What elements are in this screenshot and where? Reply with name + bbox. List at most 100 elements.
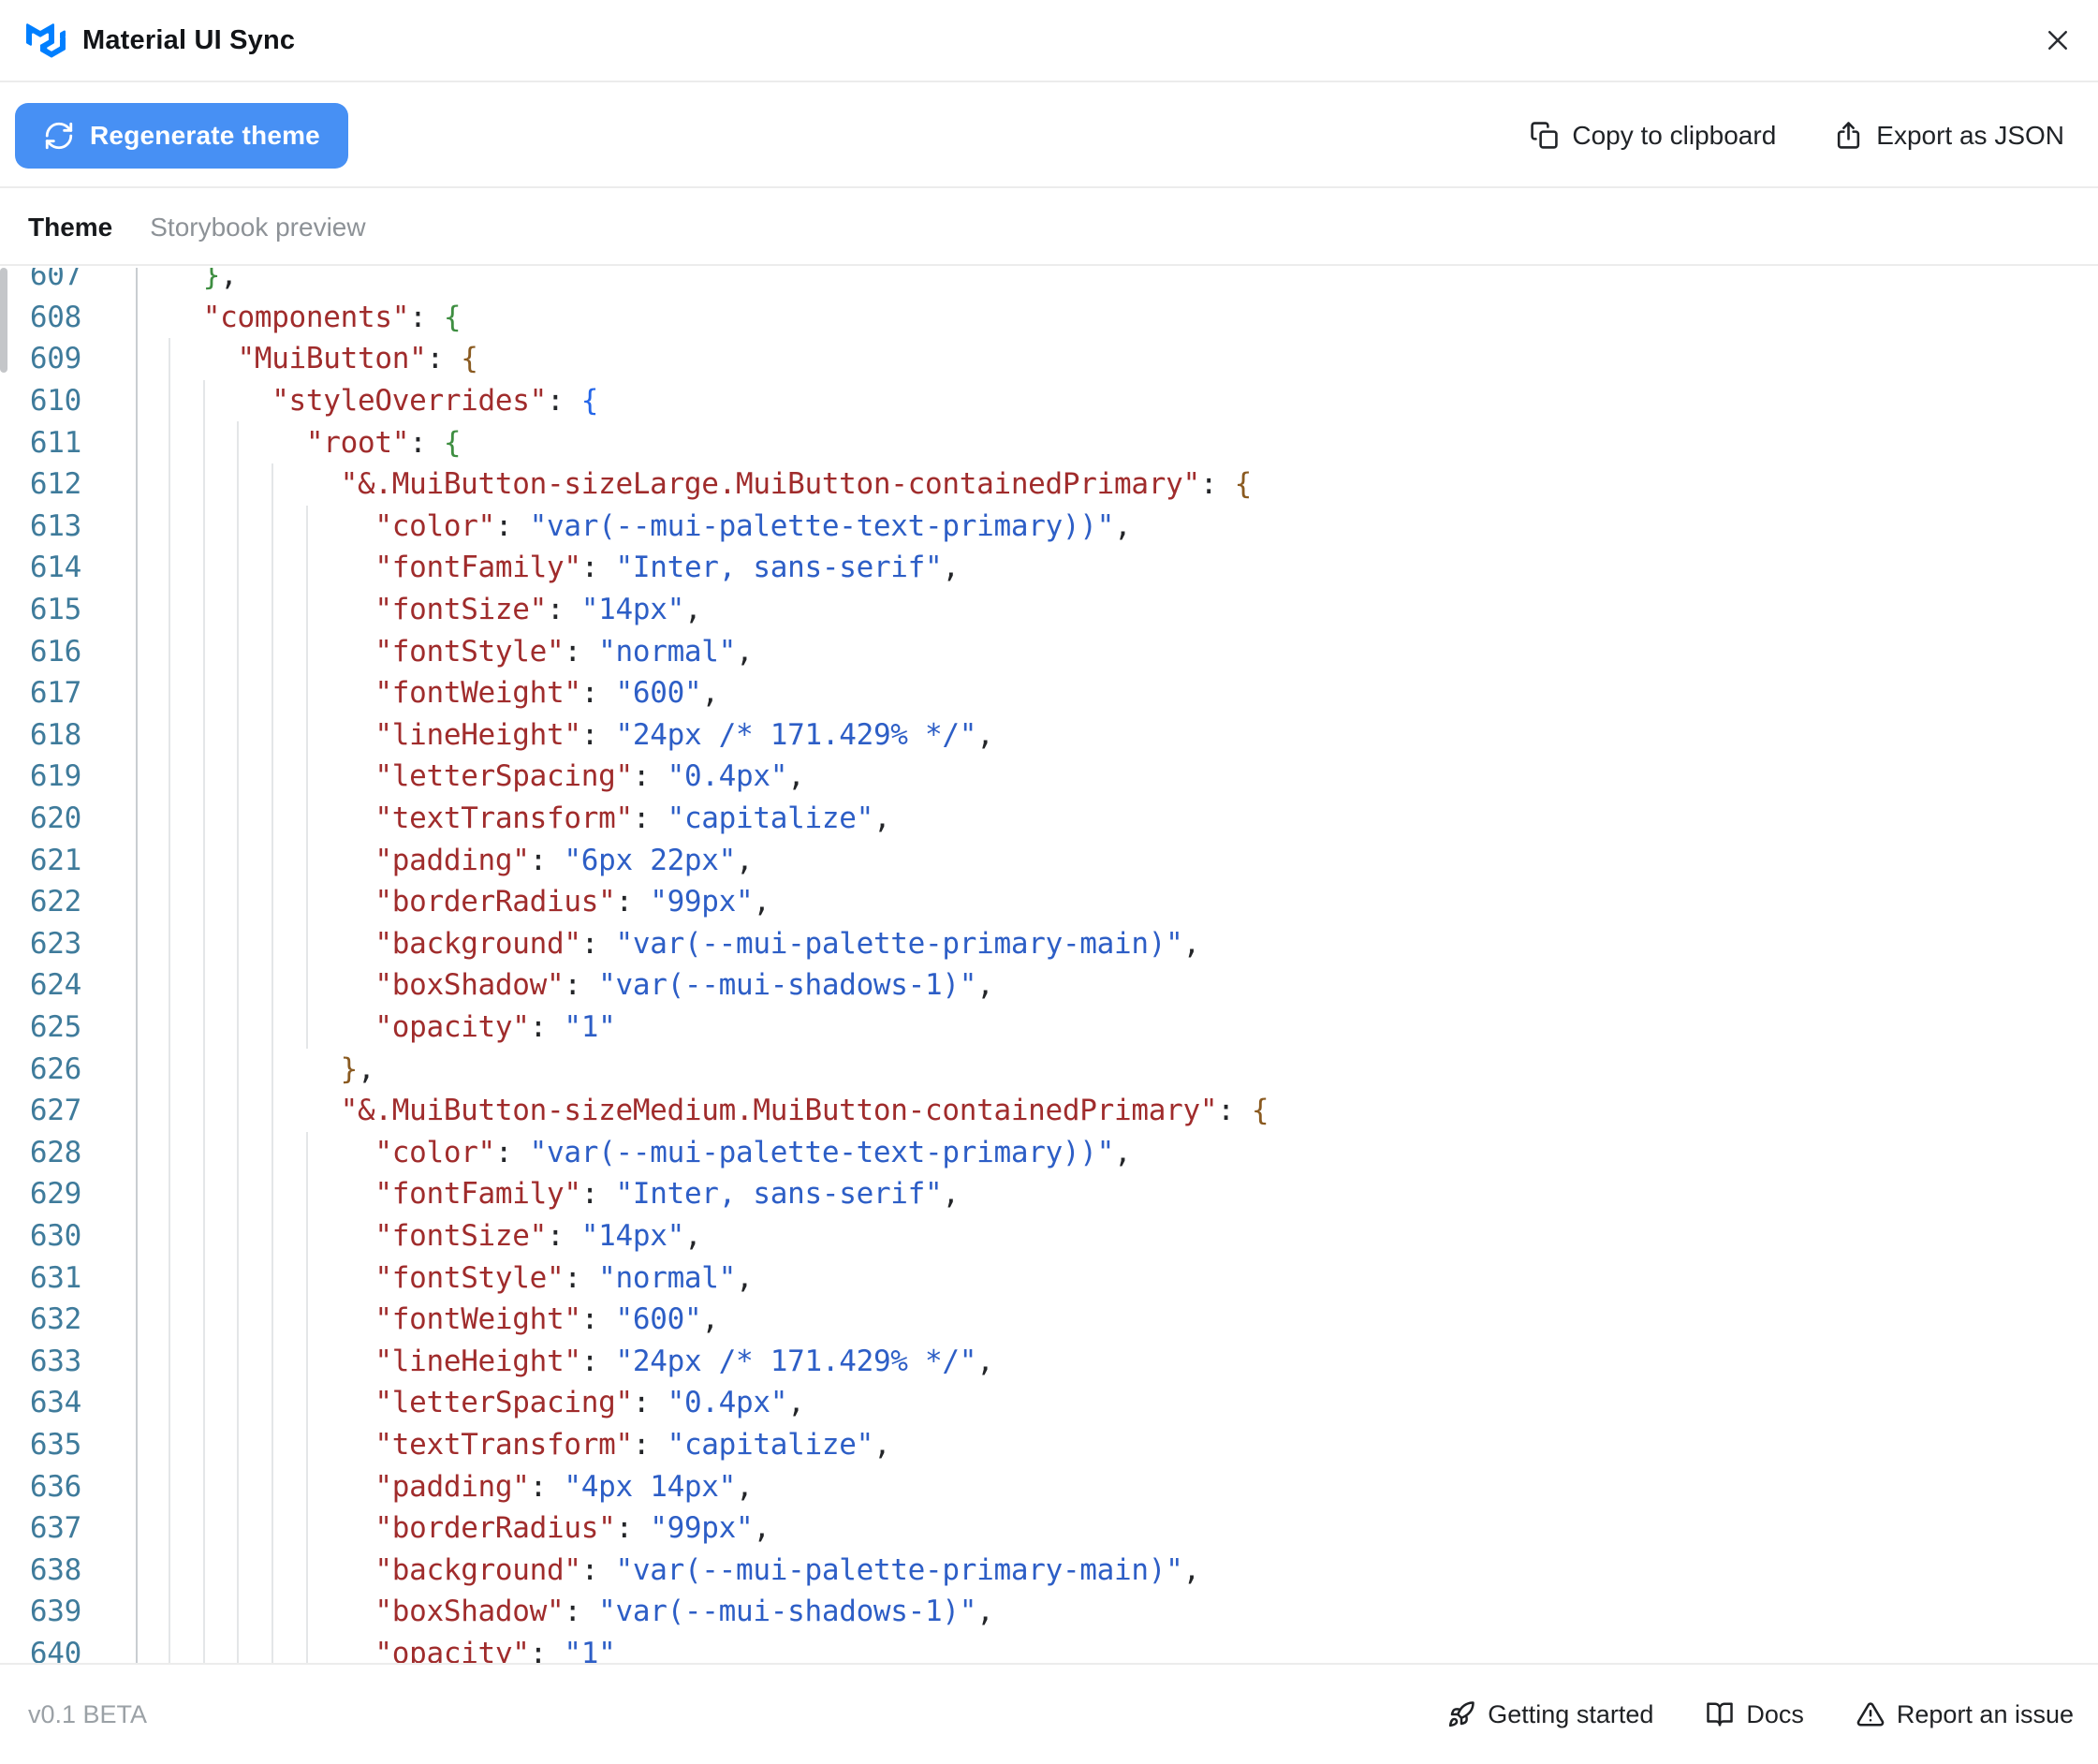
getting-started-link[interactable]: Getting started [1447, 1700, 1653, 1729]
code-line: 622 "borderRadius": "99px", [0, 881, 2098, 923]
code-text: "fontFamily": "Inter, sans-serif", [374, 1177, 960, 1212]
code-line: 619 "letterSpacing": "0.4px", [0, 756, 2098, 798]
code-text: "fontFamily": "Inter, sans-serif", [374, 551, 960, 585]
code-text: "root": { [305, 425, 462, 460]
code-text: "background": "var(--mui-palette-primary… [374, 926, 1200, 961]
code-line: 613 "color": "var(--mui-palette-text-pri… [0, 506, 2098, 548]
code-text: "styleOverrides": { [271, 384, 599, 419]
refresh-icon [45, 122, 73, 149]
code-line: 618 "lineHeight": "24px /* 171.429% */", [0, 714, 2098, 757]
line-number: 624 [29, 968, 81, 1003]
code-line: 623 "background": "var(--mui-palette-pri… [0, 923, 2098, 965]
code-text: "background": "var(--mui-palette-primary… [374, 1552, 1200, 1587]
line-number: 621 [29, 843, 81, 877]
code-text: "boxShadow": "var(--mui-shadows-1)", [374, 1595, 994, 1629]
code-line: 608 "components": { [0, 297, 2098, 339]
close-button[interactable] [2044, 26, 2072, 54]
theme-json-editor[interactable]: 607 }, 608 "components": {609 "MuiButton"… [0, 268, 2098, 1663]
code-lines: 607 }, 608 "components": {609 "MuiButton"… [0, 268, 2098, 1663]
code-text: "&.MuiButton-sizeMedium.MuiButton-contai… [340, 1094, 1269, 1128]
line-number: 639 [29, 1595, 81, 1629]
line-number: 628 [29, 1135, 81, 1169]
code-line: 635 "textTransform": "capitalize", [0, 1424, 2098, 1466]
code-text: "letterSpacing": "0.4px", [374, 1386, 805, 1420]
code-line: 621 "padding": "6px 22px", [0, 839, 2098, 881]
code-line: 627 "&.MuiButton-sizeMedium.MuiButton-co… [0, 1090, 2098, 1132]
line-number: 613 [29, 508, 81, 543]
code-line: 629 "fontFamily": "Inter, sans-serif", [0, 1173, 2098, 1215]
code-line: 636 "padding": "4px 14px", [0, 1465, 2098, 1507]
code-line: 620 "textTransform": "capitalize", [0, 798, 2098, 840]
code-line: 624 "boxShadow": "var(--mui-shadows-1)", [0, 964, 2098, 1007]
export-as-json-label: Export as JSON [1876, 120, 2064, 150]
copy-to-clipboard-label: Copy to clipboard [1572, 120, 1777, 150]
code-text: "padding": "6px 22px", [374, 843, 754, 877]
export-as-json-button[interactable]: Export as JSON [1834, 121, 2064, 151]
docs-label: Docs [1746, 1699, 1804, 1728]
line-number: 622 [29, 885, 81, 919]
copy-icon [1531, 122, 1559, 149]
line-number: 634 [29, 1386, 81, 1420]
rocket-icon [1449, 1701, 1475, 1727]
report-an-issue-link[interactable]: Report an issue [1856, 1700, 2074, 1729]
tab-theme[interactable]: Theme [28, 213, 112, 243]
line-number: 635 [29, 1427, 81, 1462]
code-line: 634 "letterSpacing": "0.4px", [0, 1382, 2098, 1424]
line-number: 608 [29, 300, 81, 334]
close-icon [2048, 31, 2067, 50]
code-line: 625 "opacity": "1" [0, 1007, 2098, 1049]
code-line: 615 "fontSize": "14px", [0, 589, 2098, 631]
line-number: 607 [29, 268, 81, 293]
line-number: 625 [29, 1009, 81, 1044]
plugin-footer: v0.1 BETA Getting started Docs Report an… [0, 1663, 2098, 1764]
line-number: 638 [29, 1552, 81, 1587]
code-line: 612 "&.MuiButton-sizeLarge.MuiButton-con… [0, 463, 2098, 506]
code-line: 628 "color": "var(--mui-palette-text-pri… [0, 1131, 2098, 1173]
line-number: 631 [29, 1260, 81, 1295]
line-number: 633 [29, 1344, 81, 1378]
code-text: }, [202, 268, 238, 293]
line-number: 629 [29, 1177, 81, 1212]
code-text: "MuiButton": { [237, 342, 478, 376]
toolbar: Regenerate theme Copy to clipboard Expor… [0, 84, 2098, 188]
code-text: "padding": "4px 14px", [374, 1469, 754, 1504]
code-text: "boxShadow": "var(--mui-shadows-1)", [374, 968, 994, 1003]
code-line: 631 "fontStyle": "normal", [0, 1257, 2098, 1299]
code-text: "lineHeight": "24px /* 171.429% */", [374, 717, 994, 752]
code-text: "fontWeight": "600", [374, 676, 719, 711]
tab-storybook-preview[interactable]: Storybook preview [150, 213, 365, 243]
line-number: 630 [29, 1218, 81, 1253]
version-badge: v0.1 BETA [28, 1699, 148, 1728]
line-number: 632 [29, 1302, 81, 1337]
code-text: "textTransform": "capitalize", [374, 1427, 891, 1462]
regenerate-theme-button[interactable]: Regenerate theme [15, 102, 348, 169]
line-number: 611 [29, 425, 81, 460]
docs-link[interactable]: Docs [1706, 1700, 1804, 1729]
page-title: Material UI Sync [82, 24, 296, 55]
code-text: "fontStyle": "normal", [374, 1260, 754, 1295]
code-line: 617 "fontWeight": "600", [0, 672, 2098, 714]
code-line: 616 "fontStyle": "normal", [0, 630, 2098, 672]
line-number: 609 [29, 342, 81, 376]
code-line: 626 }, [0, 1048, 2098, 1090]
line-number: 636 [29, 1469, 81, 1504]
vertical-scrollbar-thumb[interactable] [0, 268, 7, 373]
copy-to-clipboard-button[interactable]: Copy to clipboard [1530, 121, 1776, 151]
book-icon [1707, 1702, 1734, 1727]
report-an-issue-label: Report an issue [1896, 1699, 2074, 1728]
code-text: "fontSize": "14px", [374, 1218, 702, 1253]
getting-started-label: Getting started [1488, 1699, 1654, 1728]
line-number: 623 [29, 926, 81, 961]
code-line: 610 "styleOverrides": { [0, 380, 2098, 422]
code-line: 607 }, [0, 268, 2098, 297]
code-text: }, [340, 1051, 375, 1086]
code-text: "borderRadius": "99px", [374, 1511, 770, 1546]
code-text: "letterSpacing": "0.4px", [374, 759, 805, 794]
code-line: 630 "fontSize": "14px", [0, 1215, 2098, 1257]
code-text: "fontStyle": "normal", [374, 634, 754, 669]
export-icon [1838, 122, 1860, 149]
line-number: 615 [29, 593, 81, 627]
code-line: 638 "background": "var(--mui-palette-pri… [0, 1549, 2098, 1591]
line-number: 614 [29, 551, 81, 585]
code-line: 632 "fontWeight": "600", [0, 1299, 2098, 1341]
